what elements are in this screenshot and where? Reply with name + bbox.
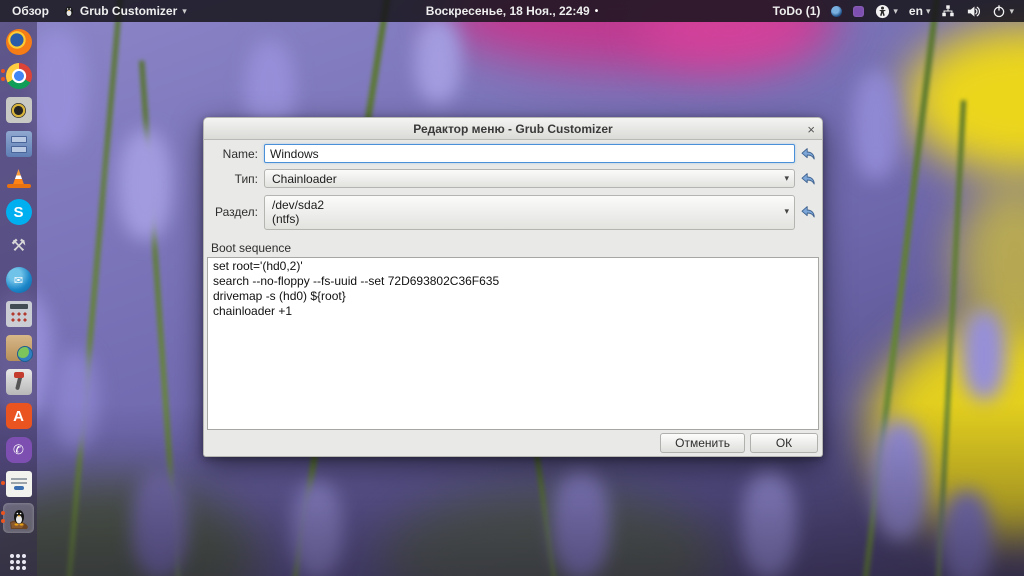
- calculator-icon[interactable]: [3, 299, 34, 329]
- partition-label: Раздел:: [210, 205, 258, 219]
- launcher-dock: S ⚒ ✉ A ✆: [0, 22, 37, 576]
- clock[interactable]: Воскресенье, 18 Ноя., 22:49: [426, 4, 590, 18]
- chrome-icon[interactable]: [3, 61, 34, 91]
- language-label: en: [909, 4, 923, 18]
- viber-icon[interactable]: ✆: [3, 435, 34, 465]
- boot-sequence-label: Boot sequence: [211, 241, 822, 255]
- type-label: Тип:: [210, 172, 258, 186]
- grub-customizer-icon[interactable]: [3, 503, 34, 533]
- accessibility-icon: [875, 4, 890, 19]
- media-player-icon[interactable]: [3, 95, 34, 125]
- undo-revert-icon[interactable]: [800, 204, 816, 220]
- chevron-down-icon: ▾: [926, 6, 931, 17]
- dialog-titlebar[interactable]: Редактор меню - Grub Customizer ×: [204, 118, 822, 140]
- lever-switch-icon[interactable]: [3, 367, 34, 397]
- app-penguin-icon: [63, 5, 75, 17]
- name-label: Name:: [210, 147, 258, 161]
- ok-button[interactable]: ОК: [750, 433, 818, 453]
- file-cabinet-icon[interactable]: [3, 129, 34, 159]
- skype-icon[interactable]: S: [3, 197, 34, 227]
- keyboard-layout-menu[interactable]: en ▾: [909, 4, 931, 18]
- undo-revert-icon[interactable]: [800, 146, 816, 162]
- dialog-title: Редактор меню - Grub Customizer: [413, 122, 612, 136]
- cancel-button[interactable]: Отменить: [660, 433, 745, 453]
- package-globe-icon[interactable]: [3, 333, 34, 363]
- app-menu[interactable]: Grub Customizer ▾: [63, 4, 187, 18]
- document-icon[interactable]: [3, 469, 34, 499]
- chevron-down-icon: ▾: [1009, 6, 1014, 17]
- vlc-icon[interactable]: [3, 163, 34, 193]
- partition-device: /dev/sda2: [272, 198, 776, 212]
- partition-fstype: (ntfs): [272, 212, 776, 226]
- activities-overview-button[interactable]: Обзор: [12, 4, 49, 18]
- dropdown-arrow-icon: ▾: [784, 206, 789, 217]
- notification-dot: •: [595, 6, 599, 17]
- partition-dropdown[interactable]: /dev/sda2 (ntfs): [264, 195, 795, 230]
- penguin-boot-icon: [7, 506, 31, 530]
- firefox-icon[interactable]: [3, 27, 34, 57]
- tray-app-icon[interactable]: [831, 6, 842, 17]
- chevron-down-icon: ▾: [182, 6, 187, 17]
- show-applications-icon[interactable]: [3, 541, 34, 571]
- undo-revert-icon[interactable]: [800, 171, 816, 187]
- power-icon: [992, 4, 1006, 18]
- thunderbird-icon[interactable]: ✉: [3, 265, 34, 295]
- chevron-down-icon: ▾: [893, 6, 898, 17]
- system-menu[interactable]: ▾: [992, 4, 1014, 18]
- accessibility-menu[interactable]: ▾: [875, 4, 898, 19]
- network-icon[interactable]: [941, 4, 955, 18]
- tray-viber-icon[interactable]: [853, 6, 864, 17]
- todo-indicator[interactable]: ToDo (1): [773, 4, 821, 18]
- top-panel: Обзор Grub Customizer ▾ Воскресенье, 18 …: [0, 0, 1024, 22]
- menu-editor-dialog: Редактор меню - Grub Customizer × Name: …: [203, 117, 823, 457]
- volume-icon[interactable]: [966, 4, 981, 19]
- name-input[interactable]: [264, 144, 795, 163]
- tools-icon[interactable]: ⚒: [3, 231, 34, 261]
- a-app-icon[interactable]: A: [3, 401, 34, 431]
- close-icon[interactable]: ×: [807, 118, 815, 140]
- type-dropdown[interactable]: Chainloader: [264, 169, 795, 188]
- app-menu-label: Grub Customizer: [80, 4, 177, 18]
- boot-sequence-editor[interactable]: set root='(hd0,2)' search --no-floppy --…: [207, 257, 819, 430]
- dropdown-arrow-icon: ▾: [784, 173, 789, 184]
